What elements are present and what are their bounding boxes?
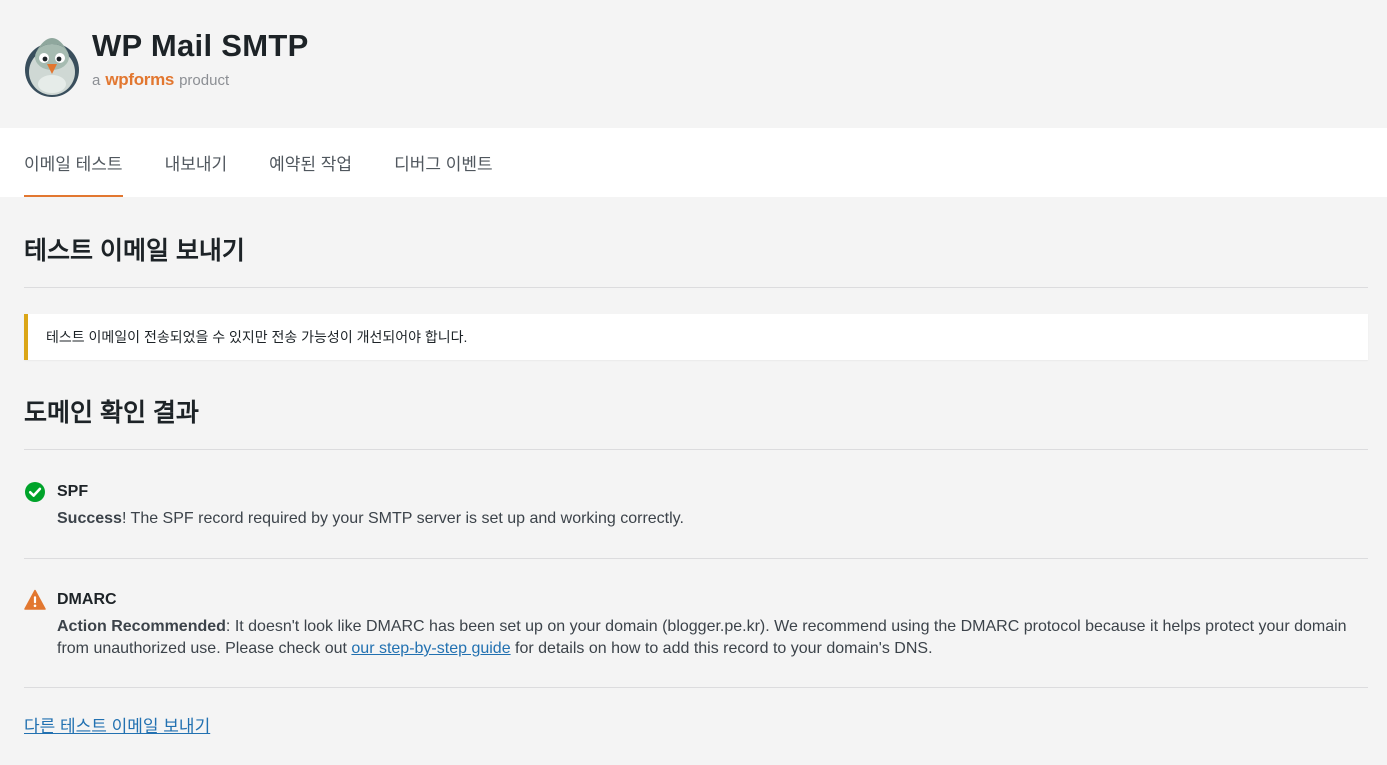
tab-scheduled-actions[interactable]: 예약된 작업: [269, 128, 352, 197]
divider: [24, 287, 1368, 288]
tab-label: 내보내기: [164, 155, 228, 174]
result-spf: SPF Success! The SPF record required by …: [24, 450, 1368, 558]
result-body: DMARC Action Recommended: It doesn't loo…: [57, 589, 1368, 660]
send-another-test-email-link[interactable]: 다른 테스트 이메일 보내기: [24, 712, 210, 737]
pigeon-logo-icon: [25, 38, 79, 97]
result-dmarc: DMARC Action Recommended: It doesn't loo…: [24, 559, 1368, 687]
main-content: 테스트 이메일 보내기 테스트 이메일이 전송되었을 수 있지만 전송 가능성이…: [0, 197, 1387, 737]
brand-sub-suffix: product: [179, 72, 230, 89]
tab-label: 예약된 작업: [269, 155, 353, 174]
result-text-after: for details on how to add this record to…: [510, 640, 933, 657]
check-circle-icon: [25, 482, 45, 502]
tab-label: 디버그 이벤트: [394, 155, 493, 174]
notice-text: 테스트 이메일이 전송되었을 수 있지만 전송 가능성이 개선되어야 합니다.: [46, 329, 468, 345]
tab-debug-events[interactable]: 디버그 이벤트: [394, 128, 493, 197]
brand-title: WP Mail SMTP: [92, 28, 309, 63]
result-name: DMARC: [57, 591, 117, 608]
app-header: WP Mail SMTP a wpforms product: [0, 0, 1387, 128]
result-message: Action Recommended: It doesn't look like…: [57, 616, 1368, 660]
result-text: ! The SPF record required by your SMTP s…: [121, 510, 684, 527]
tab-label: 이메일 테스트: [24, 155, 123, 174]
result-status: Action Recommended: [57, 618, 226, 635]
warning-triangle-icon: [24, 589, 46, 610]
brand-sub-prefix: a: [92, 72, 101, 89]
wpforms-logo: wpforms: [105, 70, 175, 89]
warning-notice: 테스트 이메일이 전송되었을 수 있지만 전송 가능성이 개선되어야 합니다.: [24, 314, 1368, 360]
result-body: SPF Success! The SPF record required by …: [57, 481, 684, 530]
brand-block: WP Mail SMTP a wpforms product: [92, 28, 309, 90]
domain-check-title: 도메인 확인 결과: [24, 399, 199, 427]
divider: [24, 687, 1368, 688]
tab-email-test[interactable]: 이메일 테스트: [24, 128, 123, 197]
result-name: SPF: [57, 483, 89, 500]
step-by-step-guide-link[interactable]: our step-by-step guide: [351, 640, 510, 657]
result-message: Success! The SPF record required by your…: [57, 508, 684, 530]
brand-subtitle: a wpforms product: [92, 70, 309, 90]
tab-export[interactable]: 내보내기: [165, 128, 228, 197]
tools-tabs: 이메일 테스트 내보내기 예약된 작업 디버그 이벤트: [0, 128, 1387, 197]
result-status: Success: [57, 510, 122, 527]
page-title: 테스트 이메일 보내기: [24, 237, 245, 265]
